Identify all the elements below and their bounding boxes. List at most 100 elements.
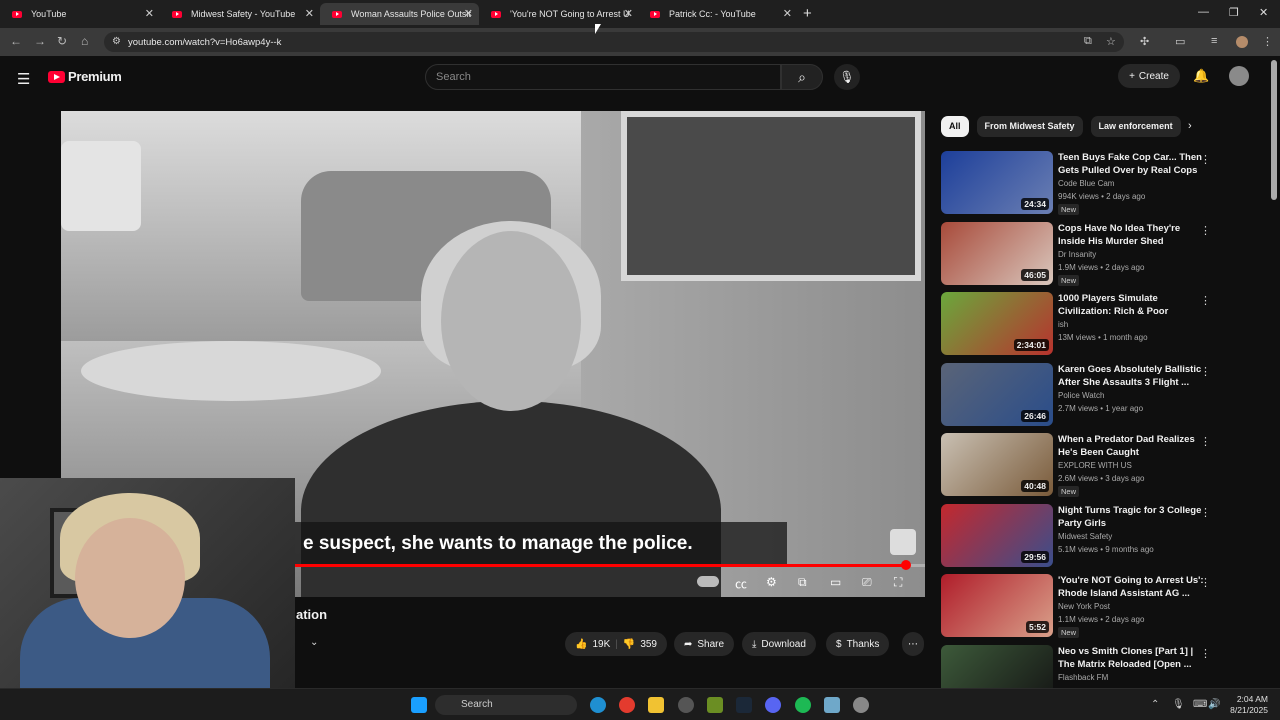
cast-icon[interactable]: ⎚ (862, 575, 872, 590)
recommendation-item[interactable]: 5:52 'You're NOT Going to Arrest Us': Rho… (941, 574, 1211, 640)
home-icon[interactable]: ⌂ (81, 34, 88, 48)
app-icon[interactable] (824, 697, 840, 713)
site-info-icon[interactable]: ⚙ (112, 36, 121, 47)
account-avatar[interactable] (1229, 66, 1249, 86)
edge-browser-icon[interactable] (590, 697, 606, 713)
search-button[interactable]: ⌕ (781, 64, 823, 90)
chevron-up-icon[interactable]: ⌃ (1151, 699, 1159, 710)
close-tab-icon[interactable]: ✕ (464, 7, 473, 20)
channel-watermark[interactable] (890, 529, 916, 555)
volume-icon[interactable]: 🔊 (1208, 699, 1220, 710)
channel-name[interactable]: Midwest Safety (1058, 532, 1112, 541)
theater-mode-icon[interactable]: ▭ (830, 575, 841, 589)
tab-patrick-cc[interactable]: Patrick Cc: - YouTube ✕ (638, 3, 798, 25)
maximize-icon[interactable]: ❐ (1229, 6, 1239, 19)
more-options-icon[interactable]: ⋮ (1200, 506, 1211, 519)
chip-law-enforcement[interactable]: Law enforcement (1090, 116, 1181, 137)
sidebar-icon[interactable]: ▭ (1175, 35, 1185, 48)
channel-name[interactable]: ish (1058, 320, 1068, 329)
recommendation-title[interactable]: Neo vs Smith Clones [Part 1] | The Matri… (1058, 645, 1210, 671)
chevron-down-icon[interactable]: ⌄ (310, 637, 318, 648)
spotify-icon[interactable] (795, 697, 811, 713)
tab-youtube[interactable]: YouTube ✕ (0, 3, 160, 25)
recommendation-item[interactable]: 26:46 Karen Goes Absolutely Ballistic Aft… (941, 362, 1211, 429)
settings-gear-icon[interactable] (853, 697, 869, 713)
new-tab-icon[interactable]: + (803, 5, 812, 22)
file-explorer-icon[interactable] (648, 697, 664, 713)
forward-icon[interactable]: → (34, 34, 46, 48)
close-tab-icon[interactable]: ✕ (145, 7, 154, 20)
discord-icon[interactable] (765, 697, 781, 713)
recommendation-title[interactable]: Teen Buys Fake Cop Car... Then Gets Pull… (1058, 151, 1210, 177)
search-input[interactable]: Search (425, 64, 781, 90)
bookmark-star-icon[interactable]: ☆ (1106, 35, 1116, 48)
more-options-icon[interactable]: ⋮ (1200, 153, 1211, 166)
system-clock[interactable]: 2:04 AM 8/21/2025 (1228, 694, 1268, 716)
video-thumbnail[interactable]: 24:34 (941, 151, 1053, 214)
recommendation-title[interactable]: Cops Have No Idea They're Inside His Mur… (1058, 222, 1210, 248)
microphone-icon[interactable]: 🎙 (1172, 699, 1185, 710)
channel-name[interactable]: Dr Insanity (1058, 250, 1096, 259)
app-icon[interactable] (678, 697, 694, 713)
windows-start-icon[interactable] (411, 697, 427, 713)
recommendation-title[interactable]: 'You're NOT Going to Arrest Us': Rhode I… (1058, 574, 1210, 600)
tab-current-video[interactable]: Woman Assaults Police Outside ✕ (320, 3, 479, 25)
recommendation-title[interactable]: Karen Goes Absolutely Ballistic After Sh… (1058, 363, 1210, 389)
download-button[interactable]: ⤓ Download (742, 632, 816, 656)
recommendation-item[interactable]: 29:56 Night Turns Tragic for 3 College Pa… (941, 503, 1211, 570)
share-button[interactable]: ➦ Share (674, 632, 735, 656)
miniplayer-icon[interactable]: ⧉ (798, 575, 807, 590)
video-thumbnail[interactable]: 40:48 (941, 433, 1053, 496)
settings-gear-icon[interactable]: ⚙ (766, 575, 777, 589)
app-icon[interactable] (707, 697, 723, 713)
recommendation-item[interactable]: 2:34:01 1000 Players Simulate Civilizatio… (941, 292, 1211, 358)
profile-avatar-icon[interactable] (1236, 36, 1248, 48)
video-progress-bar[interactable] (295, 560, 925, 570)
video-thumbnail[interactable]: 2:34:01 (941, 292, 1053, 355)
recommendation-title[interactable]: When a Predator Dad Realizes He's Been C… (1058, 433, 1210, 459)
notifications-bell-icon[interactable]: 🔔 (1193, 68, 1209, 84)
hamburger-menu-icon[interactable]: ☰ (17, 70, 30, 88)
more-options-icon[interactable]: ⋮ (1200, 576, 1211, 589)
chrome-browser-icon[interactable] (619, 697, 635, 713)
thumbs-down-icon[interactable]: 👎 (623, 639, 635, 650)
install-app-icon[interactable]: ⧉ (1084, 35, 1092, 48)
recommendation-title[interactable]: Night Turns Tragic for 3 College Party G… (1058, 504, 1210, 530)
extensions-icon[interactable]: ✣ (1140, 35, 1149, 48)
more-options-icon[interactable]: ⋮ (1200, 435, 1211, 448)
youtube-premium-logo[interactable]: Premium (48, 69, 122, 84)
video-thumbnail[interactable]: 46:05 (941, 221, 1053, 285)
recommendation-item[interactable]: 40:48 When a Predator Dad Realizes He's B… (941, 433, 1211, 499)
close-tab-icon[interactable]: ✕ (305, 7, 314, 20)
recommendation-item[interactable]: 46:05 Cops Have No Idea They're Inside Hi… (941, 221, 1211, 288)
tab-midwest-safety[interactable]: Midwest Safety - YouTube ✕ (160, 3, 320, 25)
more-options-icon[interactable]: ⋮ (1200, 224, 1211, 237)
minimize-icon[interactable]: — (1198, 6, 1209, 18)
browser-menu-icon[interactable]: ⋮ (1262, 35, 1273, 48)
reload-icon[interactable]: ↻ (57, 34, 67, 48)
create-button[interactable]: + Create (1118, 64, 1180, 88)
network-icon[interactable]: ⌨ (1193, 699, 1207, 710)
steam-icon[interactable] (736, 697, 752, 713)
voice-search-button[interactable]: 🎙 (834, 64, 860, 90)
video-thumbnail[interactable]: 26:46 (941, 362, 1053, 426)
video-thumbnail[interactable]: 5:52 (941, 574, 1053, 637)
channel-name[interactable]: Code Blue Cam (1058, 179, 1114, 188)
more-options-icon[interactable]: ⋮ (1200, 365, 1211, 378)
page-scrollbar[interactable] (1271, 60, 1277, 200)
channel-name[interactable]: Flashback FM (1058, 673, 1108, 682)
channel-name[interactable]: New York Post (1058, 602, 1110, 611)
chip-from-channel[interactable]: From Midwest Safety (976, 116, 1083, 137)
channel-name[interactable]: Police Watch (1058, 391, 1104, 400)
chevron-right-icon[interactable]: › (1188, 120, 1192, 132)
chip-all[interactable]: All (941, 116, 969, 137)
taskbar-search-box[interactable]: Search (435, 695, 577, 715)
more-options-icon[interactable]: ⋮ (1200, 294, 1211, 307)
media-controls-icon[interactable]: ≡ (1211, 35, 1217, 47)
close-tab-icon[interactable]: ✕ (783, 7, 792, 20)
recommendation-item[interactable]: 24:34 Teen Buys Fake Cop Car... Then Gets… (941, 151, 1211, 217)
autoplay-toggle[interactable] (697, 576, 719, 587)
thanks-button[interactable]: $ Thanks (826, 632, 890, 656)
like-button[interactable]: 👍 19K | 👎 359 (565, 632, 667, 656)
url-bar[interactable]: ⚙ youtube.com/watch?v=Ho6awp4y--k (104, 32, 1124, 52)
